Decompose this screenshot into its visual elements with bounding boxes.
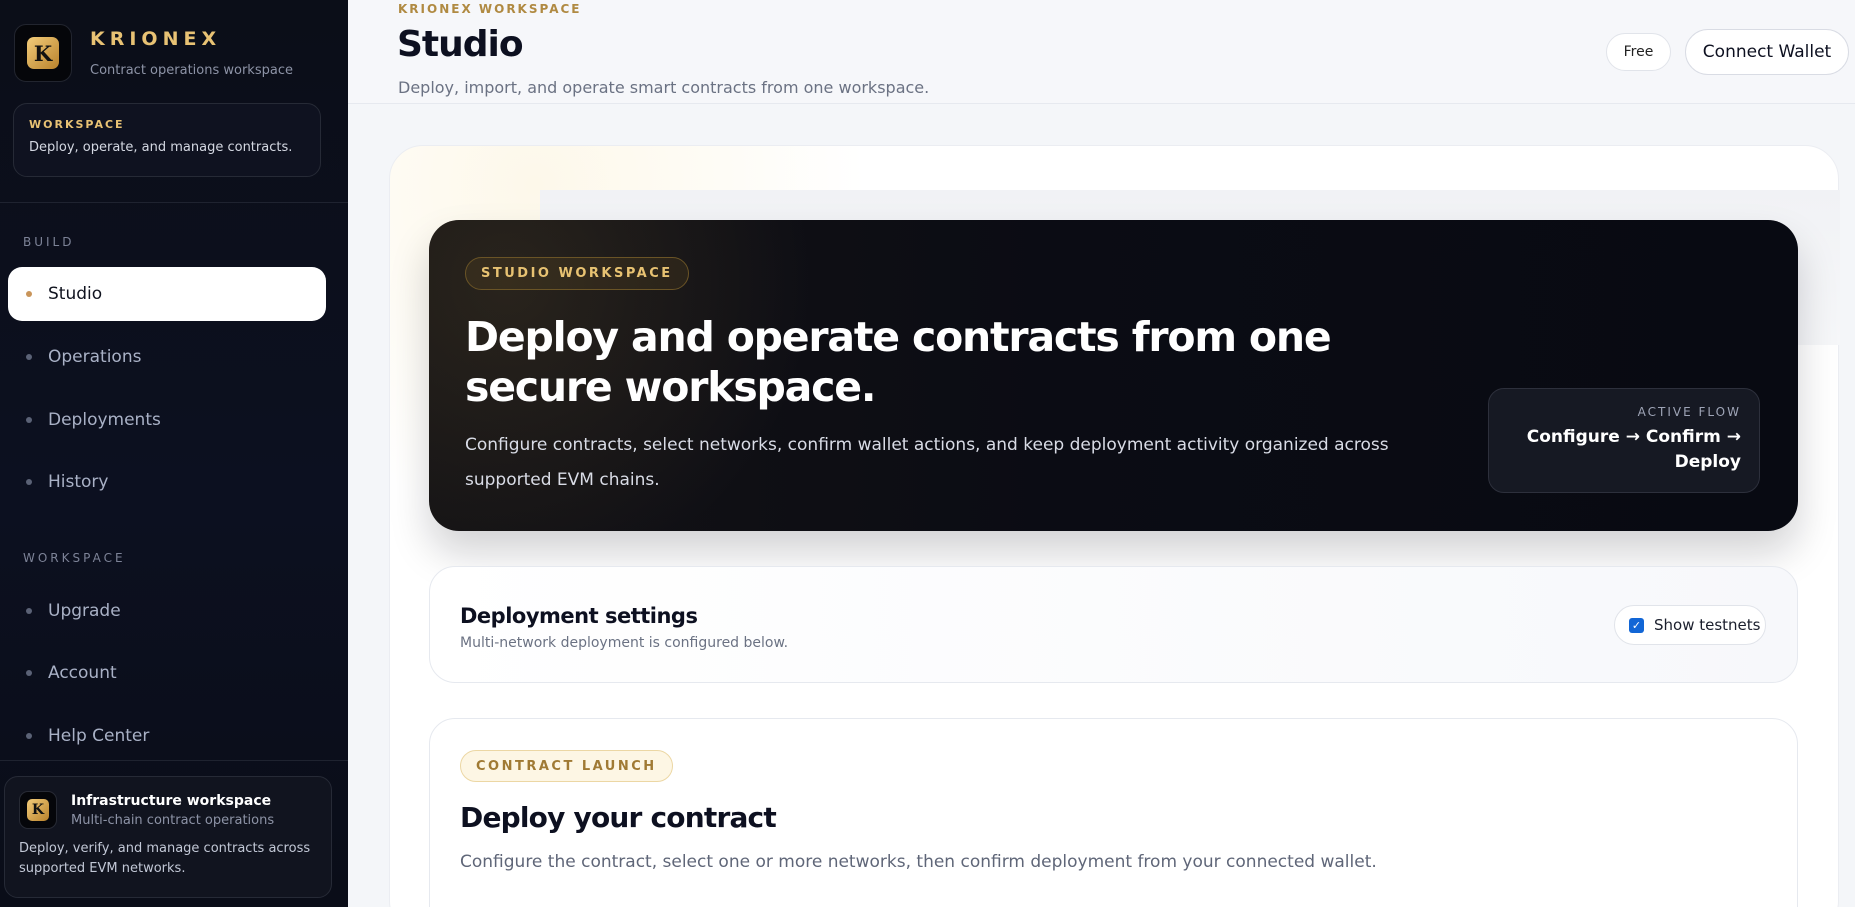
show-testnets-label: Show testnets	[1654, 616, 1761, 634]
sidebar-item-label: Help Center	[48, 726, 150, 746]
brand[interactable]: K KRIONEX Contract operations workspace	[14, 24, 293, 82]
connect-wallet-button[interactable]: Connect Wallet	[1685, 29, 1849, 75]
active-flow-card: ACTIVE FLOW Configure → Confirm → Deploy	[1488, 388, 1760, 493]
sidebar-item-label: Operations	[48, 347, 142, 367]
krionex-logo-icon: K	[27, 37, 59, 69]
checkmark-icon[interactable]: ✓	[1629, 617, 1644, 633]
contract-launch: CONTRACT LAUNCH Deploy your contract Con…	[429, 718, 1798, 907]
deployment-settings-title: Deployment settings	[460, 604, 698, 628]
brand-logo: K	[14, 24, 72, 82]
contract-launch-description: Configure the contract, select one or mo…	[460, 852, 1377, 872]
deployment-settings-subtitle: Multi-network deployment is configured b…	[460, 635, 789, 651]
sidebar-item-label: Upgrade	[48, 601, 121, 621]
sidebar-item-history[interactable]: History	[8, 455, 326, 509]
dot-icon	[26, 608, 32, 614]
sidebar-item-upgrade[interactable]: Upgrade	[8, 584, 326, 638]
infrastructure-card-subtitle: Multi-chain contract operations	[71, 813, 275, 828]
sidebar-item-label: Account	[48, 663, 117, 683]
hero-description: Configure contracts, select networks, co…	[465, 435, 1389, 490]
contract-launch-pill: CONTRACT LAUNCH	[460, 750, 673, 782]
active-flow-line: Configure → Confirm →	[1526, 427, 1741, 447]
deployment-settings: Deployment settings Multi-network deploy…	[429, 566, 1798, 683]
sidebar-item-label: History	[48, 472, 109, 492]
contract-launch-title: Deploy your contract	[460, 801, 777, 834]
header-eyebrow: KRIONEX WORKSPACE	[398, 2, 582, 16]
workspace-card: WORKSPACE Deploy, operate, and manage co…	[13, 103, 321, 177]
sidebar-item-help-center[interactable]: Help Center	[8, 709, 326, 763]
page-subtitle: Deploy, import, and operate smart contra…	[398, 78, 930, 97]
krionex-logo-icon: K	[27, 799, 49, 821]
workspace-card-title: WORKSPACE	[29, 118, 125, 131]
hero-title: Deploy and operate contracts from one se…	[465, 313, 1332, 411]
page-title: Studio	[397, 24, 524, 65]
show-testnets-toggle[interactable]: ✓ Show testnets	[1614, 605, 1766, 645]
sidebar-item-operations[interactable]: Operations	[8, 330, 326, 384]
page-header: KRIONEX WORKSPACE Studio Deploy, import,…	[348, 0, 1855, 104]
brand-text: KRIONEX Contract operations workspace	[90, 28, 293, 78]
dot-icon	[26, 417, 32, 423]
dot-icon	[26, 291, 32, 297]
infrastructure-card-title: Infrastructure workspace	[71, 793, 272, 809]
infrastructure-card-description: Deploy, verify, and manage contracts acr…	[19, 841, 311, 876]
brand-name: KRIONEX	[90, 28, 222, 50]
sidebar-item-label: Studio	[48, 284, 103, 304]
brand-tagline: Contract operations workspace	[90, 63, 293, 78]
sidebar: K KRIONEX Contract operations workspace …	[0, 0, 348, 907]
sidebar-divider-bottom	[0, 760, 348, 761]
sidebar-item-label: Deployments	[48, 410, 161, 430]
active-flow-value: Configure → Confirm → Deploy	[1507, 425, 1741, 475]
infrastructure-card-header: K Infrastructure workspace Multi-chain c…	[19, 791, 317, 829]
hero-pill: STUDIO WORKSPACE	[465, 257, 689, 290]
active-flow-line: Deploy	[1674, 452, 1741, 472]
hero-banner: STUDIO WORKSPACE Deploy and operate cont…	[429, 220, 1798, 531]
nav-section-workspace: WORKSPACE	[23, 551, 126, 565]
plan-badge[interactable]: Free	[1606, 33, 1671, 71]
dot-icon	[26, 479, 32, 485]
infrastructure-logo: K	[19, 791, 57, 829]
active-flow-label: ACTIVE FLOW	[1637, 405, 1741, 419]
workspace-card-description: Deploy, operate, and manage contracts.	[29, 140, 293, 155]
sidebar-item-deployments[interactable]: Deployments	[8, 393, 326, 447]
dot-icon	[26, 670, 32, 676]
nav-section-build: BUILD	[23, 235, 75, 249]
sidebar-item-account[interactable]: Account	[8, 646, 326, 700]
dot-icon	[26, 733, 32, 739]
sidebar-item-studio[interactable]: Studio	[8, 267, 326, 321]
infrastructure-card: K Infrastructure workspace Multi-chain c…	[4, 776, 332, 898]
infrastructure-card-text: Infrastructure workspace Multi-chain con…	[71, 791, 274, 828]
dot-icon	[26, 354, 32, 360]
sidebar-divider	[0, 202, 348, 203]
